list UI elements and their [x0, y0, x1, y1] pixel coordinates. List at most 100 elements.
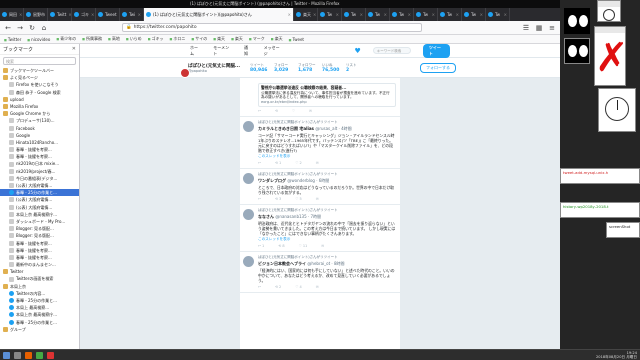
like-icon[interactable]: ♡ 5: [295, 197, 301, 201]
sidebar-header[interactable]: ブックマーク ✕: [0, 44, 79, 55]
tweet[interactable]: ぱぽひと(元気丈に閑脳ポイント)さんがリツイート カミラルときめき日照 宅alia…: [240, 117, 400, 170]
bookmark-item[interactable]: Facebook: [0, 125, 79, 132]
close-icon[interactable]: ×: [454, 12, 459, 17]
bookmark-item[interactable]: Blogger: 見る版配...: [0, 232, 79, 239]
show-thread-link[interactable]: このスレッドを表示: [258, 154, 396, 159]
reload-icon[interactable]: ↻: [28, 24, 36, 32]
close-icon[interactable]: ×: [502, 12, 507, 17]
tab[interactable]: Twi ×: [120, 8, 144, 21]
retweet-icon[interactable]: ⟲: [275, 109, 278, 113]
bookmark-item[interactable]: 春暉 - 抜擢を考察...: [0, 240, 79, 247]
profile-stat[interactable]: フォロワー 1,678: [298, 63, 322, 73]
tab[interactable]: Tw ×: [390, 8, 414, 21]
nav-messages[interactable]: メッセージ: [264, 45, 283, 57]
desktop-widget-eyes[interactable]: [564, 8, 590, 34]
tab[interactable]: 楽天 ×: [294, 8, 318, 21]
bookmark-toolbar-item[interactable]: Tweet: [289, 37, 304, 42]
avatar[interactable]: [243, 256, 254, 268]
bookmark-item[interactable]: (公表) 大阪府電情...: [0, 196, 79, 203]
sidebar-search-input[interactable]: 検索: [3, 57, 76, 65]
tweet[interactable]: ぱぽひと(元気丈に閑脳ポイント)さんがリツイート ななさん @nanasanb13…: [240, 205, 400, 253]
tab[interactable]: 鼠野市 ×: [24, 8, 48, 21]
bookmark-toolbar-item[interactable]: いらめ: [126, 36, 142, 42]
library-icon[interactable]: ☰: [522, 24, 530, 32]
profile-avatar[interactable]: [180, 68, 190, 78]
nav-home[interactable]: ホーム: [190, 45, 201, 57]
retweet-icon[interactable]: ⟲ 2: [275, 285, 281, 289]
bookmark-item[interactable]: 春暉 - 25分の作業と...: [0, 297, 79, 304]
tab-active[interactable]: (1) ぱぽひと(元気丈に閑脳ポイント)(@papohito)さん ×: [144, 8, 294, 21]
bookmark-folder[interactable]: ブックマークツールバー: [0, 67, 79, 74]
bookmark-item[interactable]: (公表) 大阪府電情...: [0, 204, 79, 211]
avatar[interactable]: [243, 173, 254, 185]
bookmark-item[interactable]: 本局上京 最高検察庁...: [0, 211, 79, 218]
reply-icon[interactable]: ↩: [258, 109, 261, 113]
taskbar-clock[interactable]: 19:24 2018年08月20日 月曜日: [596, 351, 637, 360]
forward-icon[interactable]: →: [16, 24, 24, 32]
profile-stat[interactable]: リスト 2: [346, 63, 370, 73]
tab[interactable]: 岡田 ×: [0, 8, 24, 21]
bookmark-item[interactable]: Google: [0, 132, 79, 139]
close-icon[interactable]: ×: [286, 12, 291, 17]
profile-stat[interactable]: ツイート 80,946: [250, 63, 274, 73]
tab[interactable]: Tw ×: [366, 8, 390, 21]
close-icon[interactable]: ×: [334, 12, 339, 17]
app-icon[interactable]: [47, 351, 54, 359]
close-icon[interactable]: ×: [136, 12, 141, 17]
tab[interactable]: ゴキ ×: [72, 8, 96, 21]
desktop-window-x[interactable]: ✗: [594, 26, 629, 86]
bookmark-toolbar-item[interactable]: マーク: [249, 36, 265, 42]
bookmark-toolbar-item[interactable]: Twitter: [4, 37, 21, 42]
bookmark-folder[interactable]: よく見るページ: [0, 74, 79, 81]
avatar[interactable]: [243, 209, 254, 221]
bookmark-item[interactable]: nk2019/project/春...: [0, 168, 79, 175]
tab[interactable]: Tw ×: [318, 8, 342, 21]
like-icon[interactable]: ♡ 11: [299, 244, 308, 248]
tweet-author[interactable]: ななさん @nanasanb135 · 7時間: [258, 214, 396, 220]
close-icon[interactable]: ×: [17, 12, 22, 17]
bookmark-item[interactable]: 春暉 - 抜擢を考察...: [0, 254, 79, 261]
profile-stat[interactable]: いいね 76,500: [322, 63, 346, 73]
bookmark-item[interactable]: 今日の番組表(デジタ...: [0, 175, 79, 182]
bookmark-item[interactable]: プロデューサ(130)...: [0, 117, 79, 124]
tab[interactable]: Tw ×: [342, 8, 366, 21]
bookmark-folder[interactable]: upload: [0, 96, 79, 103]
bookmark-item[interactable]: 春暉 - 抜擢を考察...: [0, 146, 79, 153]
reply-icon[interactable]: ↩ 1: [258, 244, 264, 248]
menu-icon[interactable]: [3, 351, 10, 359]
firefox-icon[interactable]: [25, 351, 32, 359]
bookmark-item[interactable]: 春暉 - 抜擢を考察...: [0, 247, 79, 254]
show-thread-link[interactable]: このスレッドを表示: [258, 237, 396, 242]
sidebar-icon[interactable]: ▦: [535, 24, 543, 32]
tweet[interactable]: ぱぽひと(元気丈に閑脳ポイント)さんがリツイート ワンダレブログ @wonderb…: [240, 169, 400, 206]
close-icon[interactable]: ×: [89, 12, 94, 17]
bookmark-item[interactable]: Firefox を使いこなそう: [0, 81, 79, 88]
bookmark-folder[interactable]: グループ: [0, 326, 79, 333]
bookmark-toolbar-item[interactable]: ホロニ: [170, 36, 185, 42]
bookmark-item[interactable]: 最新中のまんまセン...: [0, 261, 79, 268]
bookmark-item[interactable]: Blogger: 見る版配...: [0, 225, 79, 232]
bookmark-item[interactable]: Twitterの画面を検索: [0, 275, 79, 282]
desktop-window-analog-clock[interactable]: [598, 88, 636, 132]
bookmark-folder[interactable]: Google Chrome から: [0, 110, 79, 117]
desktop-window-clock[interactable]: [597, 0, 621, 22]
nav-notifications[interactable]: 通知: [244, 45, 252, 57]
close-icon[interactable]: ×: [406, 12, 411, 17]
tweet-author[interactable]: ワンダレブログ @wonderblog · 6時間: [258, 178, 396, 184]
bookmark-item[interactable]: nk2019の日本 mixie...: [0, 160, 79, 167]
tweet-author[interactable]: ビジョン日本教会ヘブライ @hebrai_ot · 8時間: [258, 261, 396, 267]
like-icon[interactable]: ♡ 2: [295, 161, 301, 165]
url-bar[interactable]: 🔒 https://twitter.com/papohito: [122, 23, 422, 32]
bookmark-item[interactable]: 春暉 - 抜擢を考察...: [0, 153, 79, 160]
bookmark-item[interactable]: 森田 恭子 - Google 検索: [0, 89, 79, 96]
profile-name[interactable]: ぱぽひと(元気丈に閑脳...: [188, 64, 240, 69]
bookmark-folder[interactable]: 本局上京: [0, 283, 79, 290]
close-icon[interactable]: ×: [66, 12, 71, 17]
reply-icon[interactable]: ↩: [258, 161, 261, 165]
files-icon[interactable]: [14, 351, 21, 359]
back-icon[interactable]: ←: [4, 24, 12, 32]
dm-icon[interactable]: ✉: [309, 109, 312, 113]
avatar[interactable]: [243, 121, 254, 133]
bookmark-folder[interactable]: Mozilla Firefox: [0, 103, 79, 110]
tab[interactable]: Tw ×: [486, 8, 510, 21]
